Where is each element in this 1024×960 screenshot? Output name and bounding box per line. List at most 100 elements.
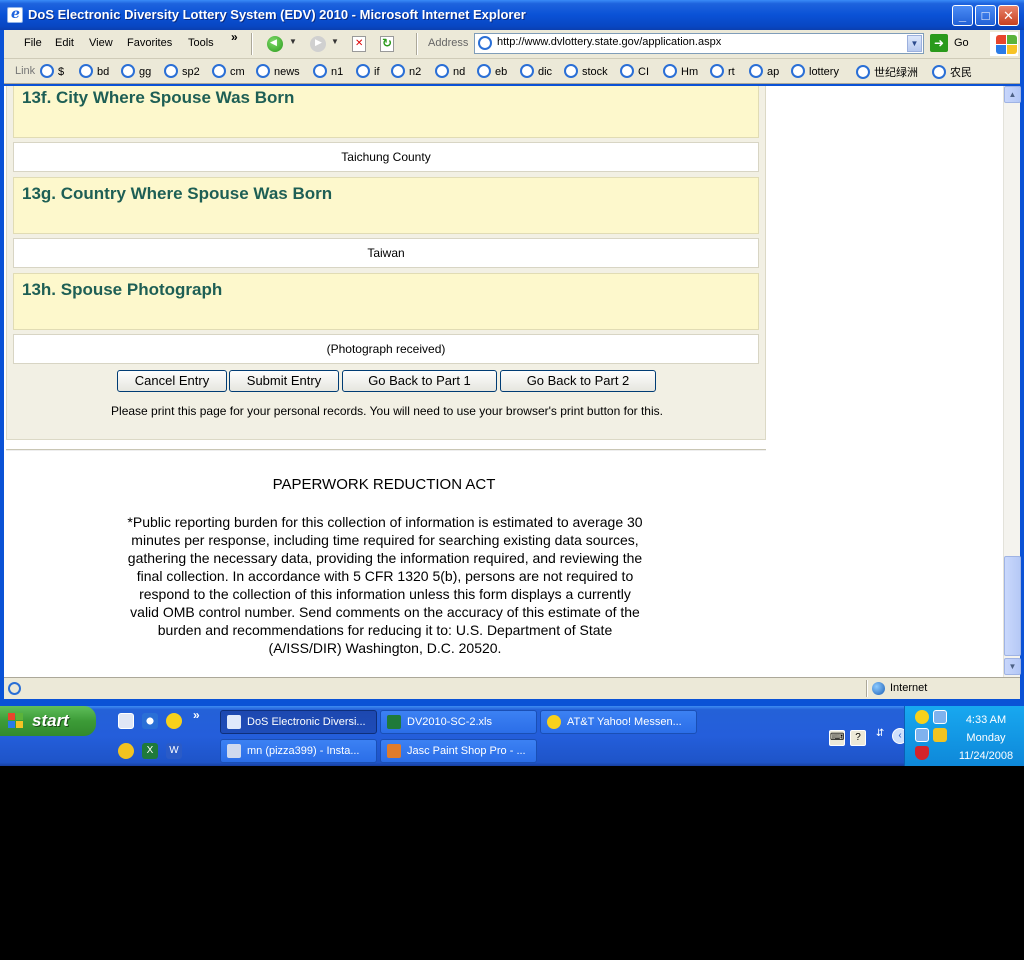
back-icon[interactable] [267,36,283,52]
task-excel-file[interactable]: DV2010-SC-2.xls [380,710,537,734]
back-dropdown-icon[interactable]: ▼ [289,37,297,46]
security-zone: Internet [890,682,928,694]
menu-view[interactable]: View [89,37,113,49]
link-item[interactable]: news [256,64,300,78]
ie-page-icon [620,64,634,78]
system-tray: 4:33 AM Monday 11/24/2008 [904,706,1024,766]
link-item[interactable]: cm [212,64,245,78]
excel-task-icon [387,715,401,729]
ie-page-icon [564,64,578,78]
security-shield-icon[interactable] [915,746,929,760]
scroll-thumb[interactable] [1004,556,1021,656]
ie-page-icon [356,64,370,78]
address-bar[interactable]: ▼ [474,33,924,54]
address-label: Address [428,37,469,49]
vertical-scrollbar[interactable]: ▲ ▼ [1003,86,1021,677]
link-item[interactable]: n1 [313,64,343,78]
page-content: 13f. City Where Spouse Was Born Taichung… [4,86,1003,677]
ie-page-icon [710,64,724,78]
refresh-icon[interactable] [380,36,394,52]
excel-quicklaunch-icon[interactable]: X [142,743,158,759]
start-button[interactable]: start [0,706,96,736]
answer-13g-value: Taiwan [13,238,759,268]
links-label: Link [15,65,36,77]
browser-quicklaunch-icon[interactable] [142,713,158,729]
close-button[interactable]: ✕ [998,5,1019,26]
link-item[interactable]: stock [564,64,608,78]
network-tray-icon[interactable] [933,710,947,724]
network2-tray-icon[interactable] [915,728,929,742]
scroll-down-button[interactable]: ▼ [1004,658,1021,675]
address-input[interactable] [497,36,897,48]
ie-app-icon[interactable] [7,6,23,23]
link-item[interactable]: n2 [391,64,421,78]
go-back-part2-button[interactable]: Go Back to Part 2 [500,370,656,392]
question-box: 13g. Country Where Spouse Was Born [13,177,759,234]
messenger-task-icon [547,715,561,729]
keyboard-icon[interactable]: ⌨ [829,730,845,746]
title-bar[interactable]: DoS Electronic Diversity Lottery System … [0,0,1024,30]
menu-edit[interactable]: Edit [55,37,74,49]
go-label: Go [954,37,969,49]
clock-time: 4:33 AM [965,714,1007,726]
word-quicklaunch-icon[interactable]: W [166,743,182,759]
ie-page-icon [313,64,327,78]
forward-icon[interactable] [310,36,326,52]
menu-file[interactable]: File [24,37,42,49]
windows-flag-icon [8,713,24,729]
link-item[interactable]: if [356,64,380,78]
scroll-up-button[interactable]: ▲ [1004,86,1021,103]
link-item[interactable]: dic [520,64,552,78]
link-item[interactable]: nd [435,64,465,78]
link-item[interactable]: eb [477,64,507,78]
link-item[interactable]: ap [749,64,779,78]
links-bar: Link $ bd gg sp2 cm news n1 if n2 nd eb … [4,59,1020,84]
messenger-tray-icon[interactable] [915,710,929,724]
clock-day: Monday [966,732,1006,744]
stop-icon[interactable] [352,36,366,52]
link-item[interactable]: Hm [663,64,698,78]
status-divider [866,680,868,697]
maximize-button[interactable]: □ [975,5,996,26]
menu-tools[interactable]: Tools [188,37,214,49]
ie-page-icon [40,64,54,78]
link-item[interactable]: 世纪绿洲 [856,64,918,80]
smiley-quicklaunch-icon[interactable] [118,743,134,759]
task-paint-shop-pro[interactable]: Jasc Paint Shop Pro - ... [380,739,537,763]
task-instant-message[interactable]: mn (pizza399) - Insta... [220,739,377,763]
address-dropdown-icon[interactable]: ▼ [907,35,922,52]
submit-entry-button[interactable]: Submit Entry [229,370,339,392]
link-item[interactable]: sp2 [164,64,200,78]
paperwork-title: PAPERWORK REDUCTION ACT [272,476,496,493]
question-box: 13f. City Where Spouse Was Born [13,86,759,138]
menu-more-chevron[interactable]: » [231,30,238,44]
cancel-entry-button[interactable]: Cancel Entry [117,370,227,392]
ie-page-icon [663,64,677,78]
task-yahoo-messenger[interactable]: AT&T Yahoo! Messen... [540,710,697,734]
minimize-button[interactable]: _ [952,5,973,26]
quicklaunch-more-chevron[interactable]: » [193,708,200,722]
go-button[interactable]: ➜ Go [930,34,974,54]
help-icon[interactable]: ? [850,730,866,746]
link-item[interactable]: bd [79,64,109,78]
task-ie-window[interactable]: DoS Electronic Diversi... [220,710,377,734]
ie-page-icon [435,64,449,78]
ie-page-icon [256,64,270,78]
ie-page-icon [121,64,135,78]
go-back-part1-button[interactable]: Go Back to Part 1 [342,370,497,392]
forward-dropdown-icon[interactable]: ▼ [331,37,339,46]
menu-favorites[interactable]: Favorites [127,37,172,49]
link-item[interactable]: $ [40,64,64,78]
link-item[interactable]: CI [620,64,649,78]
clock[interactable]: 4:33 AM Monday 11/24/2008 [955,711,1017,765]
ie-quicklaunch-icon[interactable] [118,713,134,729]
warning-tray-icon[interactable] [933,728,947,742]
taskbar: start » X W DoS Electronic Diversi... DV… [0,706,1024,766]
language-bar-icon[interactable]: ⇵ [876,728,884,739]
link-item[interactable]: 农民 [932,64,972,80]
messenger-quicklaunch-icon[interactable] [166,713,182,729]
link-item[interactable]: lottery [791,64,839,78]
question-13g-label: 13g. Country Where Spouse Was Born [22,184,333,203]
link-item[interactable]: rt [710,64,735,78]
link-item[interactable]: gg [121,64,151,78]
